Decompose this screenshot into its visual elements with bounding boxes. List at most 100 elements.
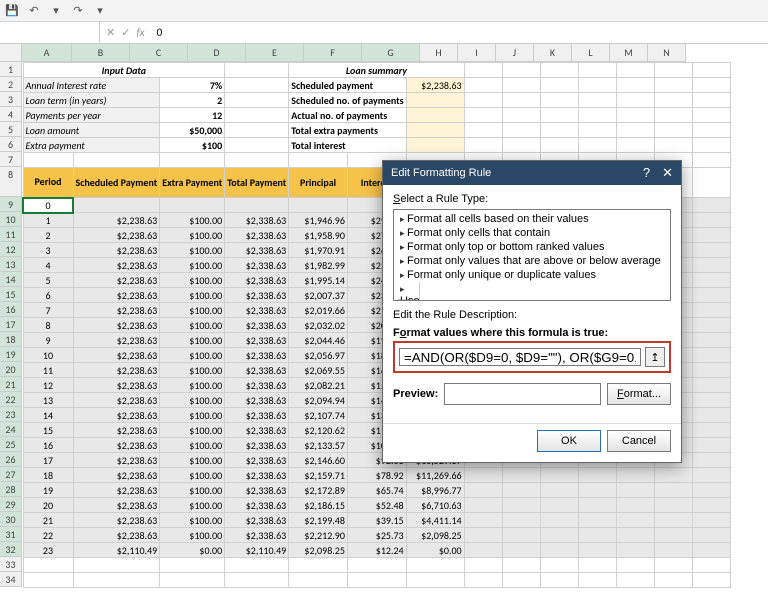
- row-header-32[interactable]: 32: [0, 542, 22, 557]
- cell[interactable]: 15: [23, 423, 73, 438]
- cancel-button[interactable]: Cancel: [607, 430, 671, 452]
- cell[interactable]: $1,970.91: [289, 243, 348, 258]
- row-header-34[interactable]: 34: [0, 572, 22, 587]
- cell[interactable]: $0.00: [160, 543, 225, 558]
- caret-down-icon[interactable]: ▾: [48, 3, 64, 19]
- col-header-M[interactable]: M: [610, 44, 648, 62]
- cell[interactable]: $100.00: [160, 513, 225, 528]
- row-header-30[interactable]: 30: [0, 512, 22, 527]
- cell[interactable]: $2,133.57: [289, 438, 348, 453]
- row-header-18[interactable]: 18: [0, 332, 22, 347]
- cell[interactable]: $2,110.49: [225, 543, 289, 558]
- cell[interactable]: $100.00: [160, 498, 225, 513]
- rule-type-option[interactable]: Use a formula to determine which cells t…: [398, 282, 420, 300]
- cell[interactable]: [225, 198, 289, 213]
- cell[interactable]: $2,238.63: [73, 423, 160, 438]
- column-header[interactable]: Period: [23, 168, 73, 198]
- cell[interactable]: $2,238.63: [73, 453, 160, 468]
- formula-input[interactable]: [399, 348, 641, 366]
- cell[interactable]: $2,338.63: [225, 468, 289, 483]
- row-header-22[interactable]: 22: [0, 392, 22, 407]
- cell[interactable]: $12.24: [347, 543, 406, 558]
- row-header-26[interactable]: 26: [0, 452, 22, 467]
- cell[interactable]: $100.00: [160, 528, 225, 543]
- cell[interactable]: $52.48: [347, 498, 406, 513]
- row-header-6[interactable]: 6: [0, 137, 22, 152]
- col-header-J[interactable]: J: [496, 44, 534, 62]
- cell[interactable]: $6,710.63: [406, 498, 464, 513]
- cell[interactable]: 12: [23, 378, 73, 393]
- rule-type-option[interactable]: Format only unique or duplicate values: [398, 268, 666, 282]
- cell[interactable]: 9: [23, 333, 73, 348]
- loan-value[interactable]: [406, 108, 464, 123]
- loan-value[interactable]: [406, 123, 464, 138]
- cell[interactable]: $65.74: [347, 483, 406, 498]
- cell[interactable]: $2,146.60: [289, 453, 348, 468]
- cell[interactable]: $2,238.63: [73, 528, 160, 543]
- col-header-F[interactable]: F: [304, 44, 362, 62]
- cell[interactable]: $100.00: [160, 453, 225, 468]
- cell[interactable]: $2,238.63: [73, 243, 160, 258]
- row-header-24[interactable]: 24: [0, 422, 22, 437]
- cell[interactable]: 21: [23, 513, 73, 528]
- col-header-L[interactable]: L: [572, 44, 610, 62]
- row-header-1[interactable]: 1: [0, 62, 22, 77]
- cell[interactable]: $2,338.63: [225, 273, 289, 288]
- cell[interactable]: 18: [23, 468, 73, 483]
- row-header-29[interactable]: 29: [0, 497, 22, 512]
- cell[interactable]: $2,032.02: [289, 318, 348, 333]
- cell[interactable]: $2,238.63: [73, 333, 160, 348]
- cell[interactable]: $2,238.63: [73, 438, 160, 453]
- cell[interactable]: [73, 198, 160, 213]
- cell[interactable]: $2,338.63: [225, 408, 289, 423]
- cell[interactable]: [289, 198, 348, 213]
- cell[interactable]: $2,238.63: [73, 378, 160, 393]
- select-all-cell[interactable]: [0, 44, 22, 62]
- input-value[interactable]: $50,000: [160, 123, 225, 138]
- cell[interactable]: 22: [23, 528, 73, 543]
- help-icon[interactable]: ?: [643, 165, 650, 181]
- cell[interactable]: 23: [23, 543, 73, 558]
- cell[interactable]: $100.00: [160, 243, 225, 258]
- col-header-A[interactable]: A: [22, 44, 72, 62]
- cell[interactable]: $100.00: [160, 333, 225, 348]
- cell[interactable]: $2,338.63: [225, 513, 289, 528]
- row-header-8[interactable]: 8: [0, 167, 22, 197]
- cell[interactable]: 2: [23, 228, 73, 243]
- row-header-12[interactable]: 12: [0, 242, 22, 257]
- cell[interactable]: $2,094.94: [289, 393, 348, 408]
- close-icon[interactable]: ✕: [662, 165, 673, 181]
- fx-icon[interactable]: fx: [136, 26, 144, 39]
- redo-icon[interactable]: ↷: [70, 3, 86, 19]
- formula-input[interactable]: 0: [151, 26, 768, 39]
- cell[interactable]: $2,019.66: [289, 303, 348, 318]
- cell[interactable]: $2,238.63: [73, 228, 160, 243]
- col-header-N[interactable]: N: [648, 44, 686, 62]
- col-header-K[interactable]: K: [534, 44, 572, 62]
- cell[interactable]: $100.00: [160, 258, 225, 273]
- cell[interactable]: $2,338.63: [225, 258, 289, 273]
- cell[interactable]: 16: [23, 438, 73, 453]
- caret-down-icon[interactable]: ▾: [92, 3, 108, 19]
- cell[interactable]: 11: [23, 363, 73, 378]
- row-header-27[interactable]: 27: [0, 467, 22, 482]
- row-header-21[interactable]: 21: [0, 377, 22, 392]
- cell[interactable]: $39.15: [347, 513, 406, 528]
- cell[interactable]: 0: [23, 198, 73, 213]
- cell[interactable]: $2,199.48: [289, 513, 348, 528]
- cell[interactable]: $2,238.63: [73, 288, 160, 303]
- col-header-E[interactable]: E: [246, 44, 304, 62]
- cell[interactable]: $2,338.63: [225, 348, 289, 363]
- cell[interactable]: $100.00: [160, 213, 225, 228]
- cell[interactable]: 19: [23, 483, 73, 498]
- cell[interactable]: $100.00: [160, 393, 225, 408]
- cell[interactable]: $2,172.89: [289, 483, 348, 498]
- row-header-16[interactable]: 16: [0, 302, 22, 317]
- cell[interactable]: $100.00: [160, 273, 225, 288]
- cell[interactable]: $2,238.63: [73, 318, 160, 333]
- cell[interactable]: $2,110.49: [73, 543, 160, 558]
- row-header-25[interactable]: 25: [0, 437, 22, 452]
- cell[interactable]: $2,238.63: [73, 393, 160, 408]
- col-header-D[interactable]: D: [188, 44, 246, 62]
- row-header-7[interactable]: 7: [0, 152, 22, 167]
